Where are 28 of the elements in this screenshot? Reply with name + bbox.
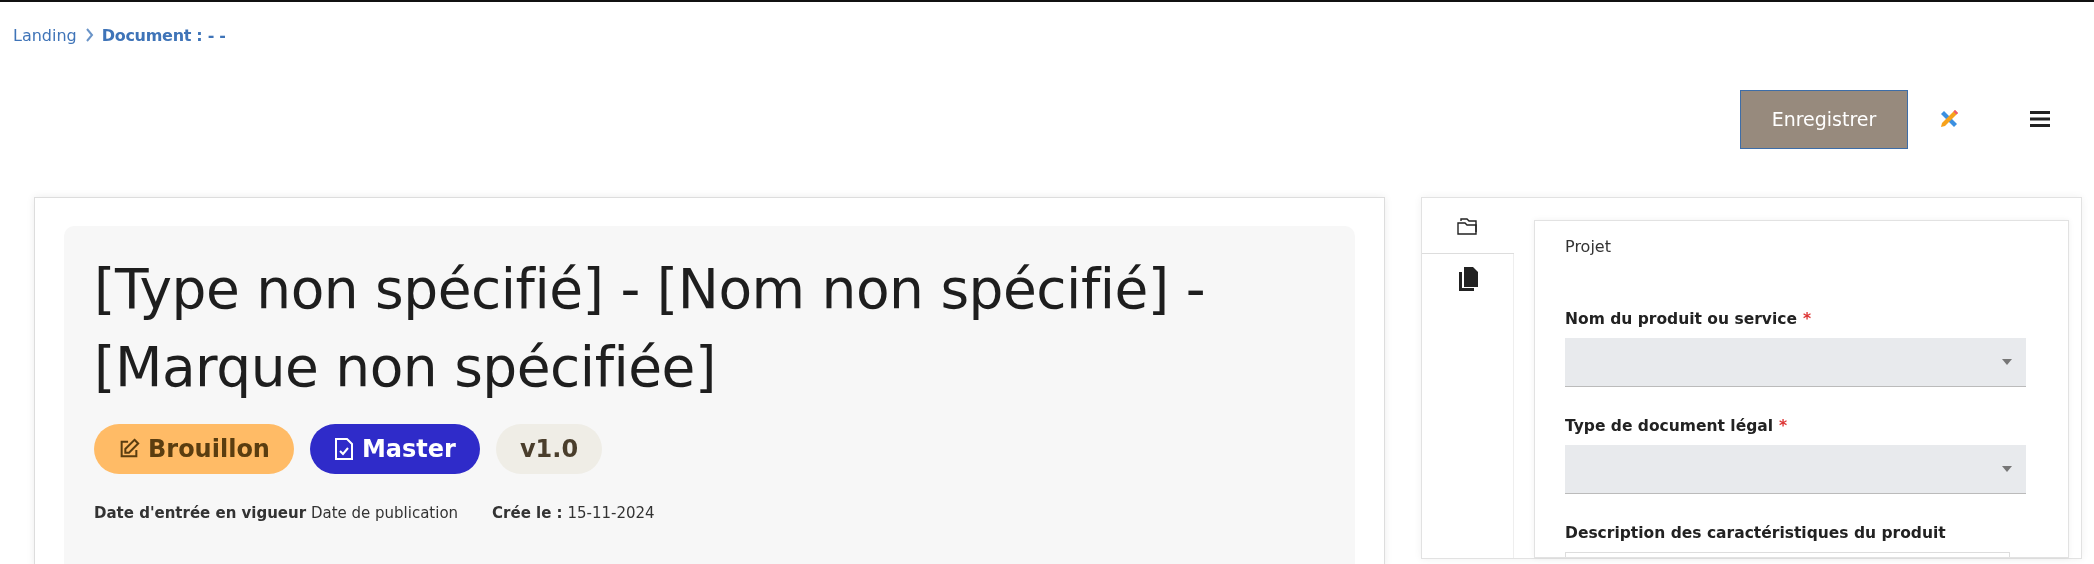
- copy-icon: [1457, 267, 1478, 291]
- meta-text: Date d'entrée en vigueur Date de publication: [94, 504, 459, 522]
- select-field[interactable]: [1565, 445, 2026, 494]
- document-title: [Type non spécifié] - [Nom non spécifié] - [Marque non spécifiée]: [94, 256, 1207, 401]
- folder-icon: [1457, 216, 1479, 235]
- breadcrumb-link[interactable]: Document : - -: [101, 25, 226, 45]
- document-check-icon: [333, 437, 354, 461]
- pencil-icon: [118, 438, 140, 460]
- select-field[interactable]: [1565, 338, 2026, 387]
- field-label: Type de document légal: [1565, 417, 1774, 435]
- side-tab[interactable]: [1422, 198, 1514, 254]
- badge-label: v1.0: [519, 435, 579, 463]
- meta-text: Crée le : 15-11-2024: [492, 504, 655, 522]
- side-tab[interactable]: [1422, 254, 1514, 304]
- badge-label: Brouillon: [148, 435, 270, 463]
- ruler-pencil-icon[interactable]: [1938, 108, 1960, 130]
- badge-label: Master: [361, 435, 456, 463]
- menu-icon[interactable]: [2030, 110, 2050, 128]
- caret-icon: [2002, 359, 2012, 365]
- breadcrumb-link[interactable]: Landing: [13, 25, 77, 45]
- section-title: Projet: [1565, 237, 1612, 256]
- chevron-right-icon: [84, 28, 94, 42]
- required-mark: *: [1802, 310, 1812, 328]
- save-button[interactable]: Enregistrer: [1740, 89, 1908, 149]
- field-label: Description des caractéristiques du produit: [1565, 524, 1946, 542]
- field-label: Nom du produit ou service: [1565, 310, 1797, 328]
- caret-icon: [2002, 466, 2012, 472]
- required-mark: *: [1779, 417, 1788, 435]
